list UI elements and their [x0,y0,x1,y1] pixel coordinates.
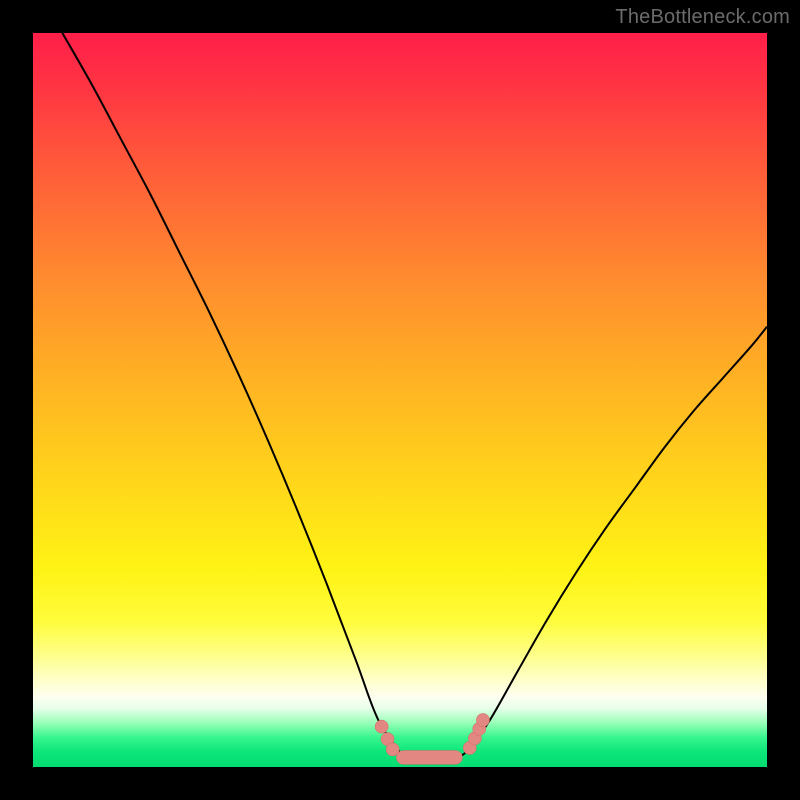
valley-marker [476,713,489,726]
chart-frame: TheBottleneck.com [0,0,800,800]
valley-bar [396,750,462,764]
watermark-text: TheBottleneck.com [615,6,790,29]
curve-left-branch [62,33,400,752]
plot-area [33,33,767,767]
plot-svg [33,33,767,767]
curve-right-branch [466,327,767,753]
valley-marker [375,720,388,733]
valley-markers [375,713,490,756]
